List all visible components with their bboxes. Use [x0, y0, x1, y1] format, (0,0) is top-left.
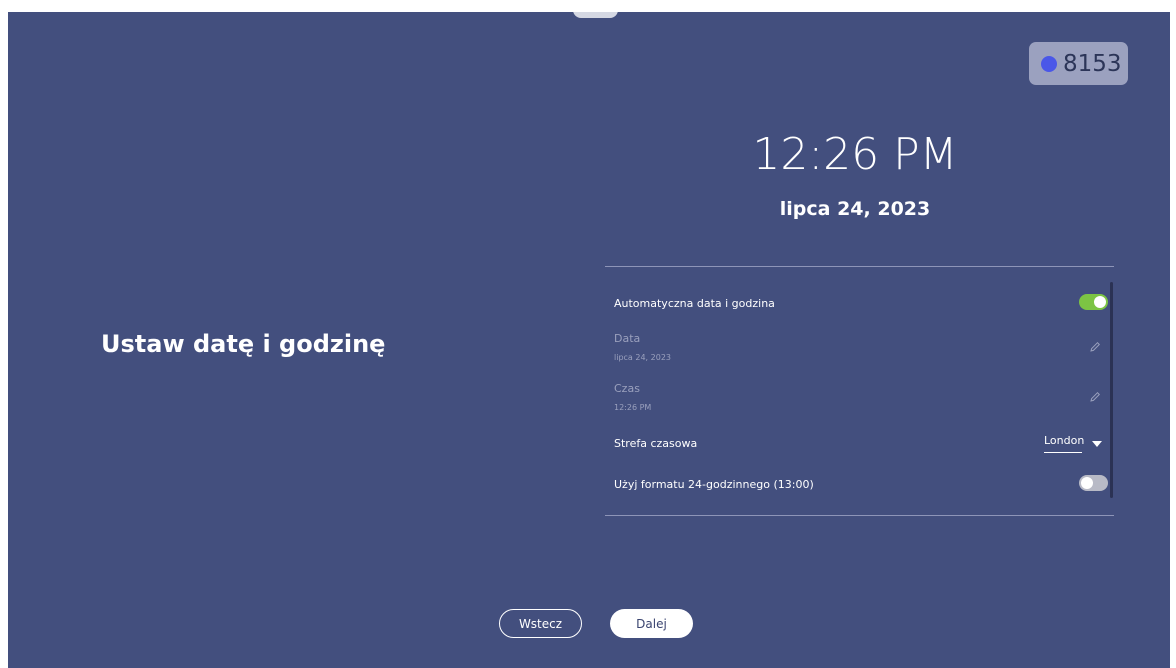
auto-datetime-label: Automatyczna data i godzina	[614, 297, 775, 310]
device-id-number: 8153	[1063, 50, 1122, 77]
current-time: 12:26 PM	[752, 129, 958, 180]
settings-scrollbar[interactable]	[1110, 282, 1113, 498]
back-button[interactable]: Wstecz	[499, 609, 582, 638]
setup-screen: 8153 Ustaw datę i godzinę 12:26 PM lipca…	[8, 12, 1170, 668]
timezone-dropdown[interactable]: London	[1044, 434, 1084, 453]
dropdown-arrow-icon[interactable]	[1092, 441, 1102, 447]
timezone-label: Strefa czasowa	[614, 437, 698, 450]
device-id-badge: 8153	[1029, 42, 1128, 85]
toggle-knob	[1081, 477, 1093, 489]
date-label: Data	[614, 332, 641, 345]
time-label: Czas	[614, 382, 640, 395]
page-title: Ustaw datę i godzinę	[101, 330, 386, 358]
time-value: 12:26 PM	[614, 403, 652, 412]
edit-date-pencil-icon[interactable]	[1088, 340, 1102, 354]
divider-bottom	[605, 515, 1114, 516]
format-24h-label: Użyj formatu 24-godzinnego (13:00)	[614, 478, 814, 491]
format-24h-toggle[interactable]	[1079, 475, 1108, 491]
notification-pull-handle[interactable]	[573, 12, 618, 18]
divider-top	[605, 266, 1114, 267]
edit-time-pencil-icon[interactable]	[1088, 390, 1102, 404]
date-value: lipca 24, 2023	[614, 353, 671, 362]
status-dot-icon	[1041, 55, 1057, 72]
current-date: lipca 24, 2023	[779, 198, 931, 220]
next-button[interactable]: Dalej	[610, 609, 693, 638]
toggle-knob	[1094, 296, 1106, 308]
auto-datetime-toggle[interactable]	[1079, 294, 1108, 310]
